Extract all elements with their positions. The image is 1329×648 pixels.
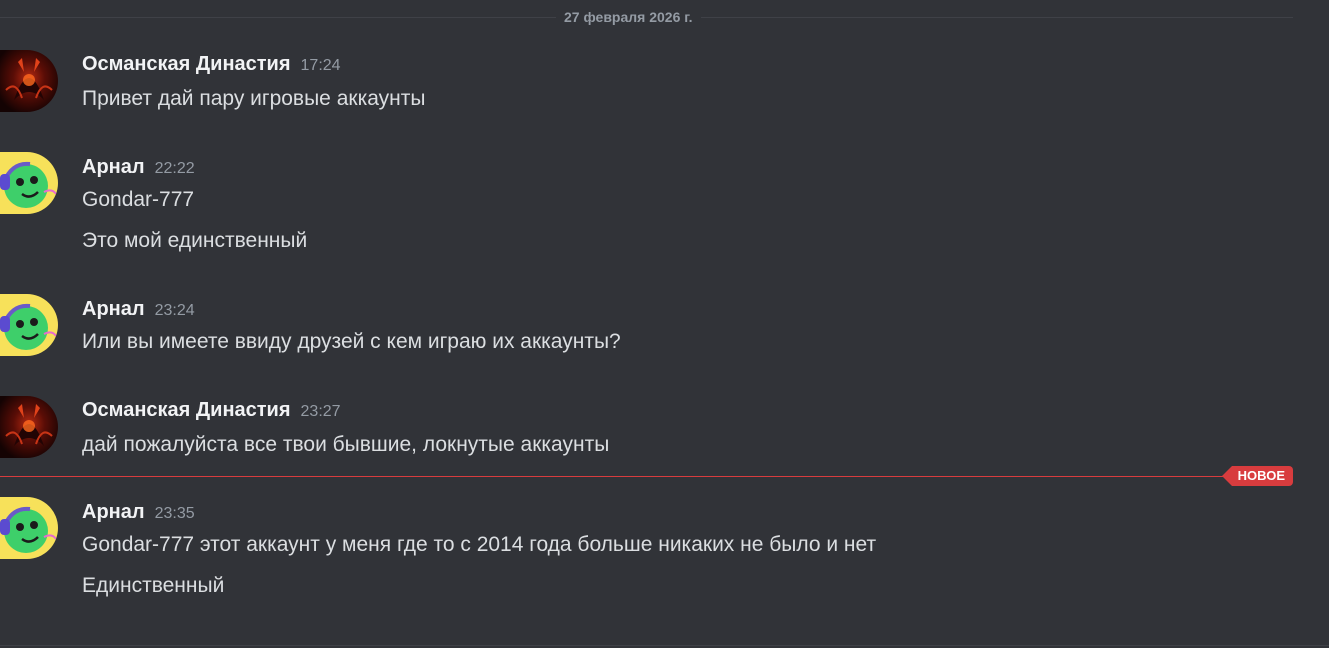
message-author[interactable]: Арнал [82,501,145,523]
message-text: Gondar-777 этот аккаунт у меня где то с … [82,533,877,556]
message-author[interactable]: Османская Династия [82,399,291,421]
message-text: дай пожалуйста все твои бывшие, локнутые… [82,433,610,456]
date-divider-label: 27 февраля 2026 г. [556,8,701,26]
green-creature-avatar-icon [0,294,58,356]
message-text: Единственный [82,574,225,597]
message-text: Это мой единственный [82,229,308,252]
new-messages-badge: НОВОЕ [1221,466,1293,486]
message-timestamp[interactable]: 23:27 [301,403,341,420]
green-creature-avatar-icon [0,497,58,559]
message-timestamp[interactable]: 17:24 [301,57,341,74]
message-author[interactable]: Арнал [82,298,145,320]
new-messages-divider: НОВОЕ [0,466,1293,486]
bottom-divider [0,645,1329,646]
avatar[interactable] [0,50,58,112]
message-text: Или вы имеете ввиду друзей с кем играю и… [82,330,621,353]
message-author[interactable]: Османская Династия [82,53,291,75]
avatar[interactable] [0,152,58,214]
message-item[interactable]: Османская Династия 17:24 Привет дай пару … [0,50,1310,130]
message-item[interactable]: Османская Династия 23:27 дай пожалуйста в… [0,396,1310,472]
message-item[interactable]: Арнал 23:35 Gondar-777 этот аккаунт у мен… [0,497,1310,609]
avatar[interactable] [0,497,58,559]
dark-red-avatar-icon [0,396,58,458]
message-timestamp[interactable]: 23:24 [155,302,195,319]
message-text: Привет дай пару игровые аккаунты [82,87,426,110]
new-messages-line [0,476,1233,477]
message-timestamp[interactable]: 22:22 [155,160,195,177]
message-text: Gondar-777 [82,188,195,211]
avatar[interactable] [0,396,58,458]
avatar[interactable] [0,294,58,356]
message-item[interactable]: Арнал 22:22 Gondar-777 Это мой единственн… [0,152,1310,262]
chat-messages[interactable]: 27 февраля 2026 г. Османская Династия 17… [0,0,1329,648]
dark-red-avatar-icon [0,50,58,112]
message-timestamp[interactable]: 23:35 [155,505,195,522]
message-item[interactable]: Арнал 23:24 Или вы имеете ввиду друзей с … [0,294,1310,374]
green-creature-avatar-icon [0,152,58,214]
message-author[interactable]: Арнал [82,156,145,178]
date-divider: 27 февраля 2026 г. [0,0,1293,36]
